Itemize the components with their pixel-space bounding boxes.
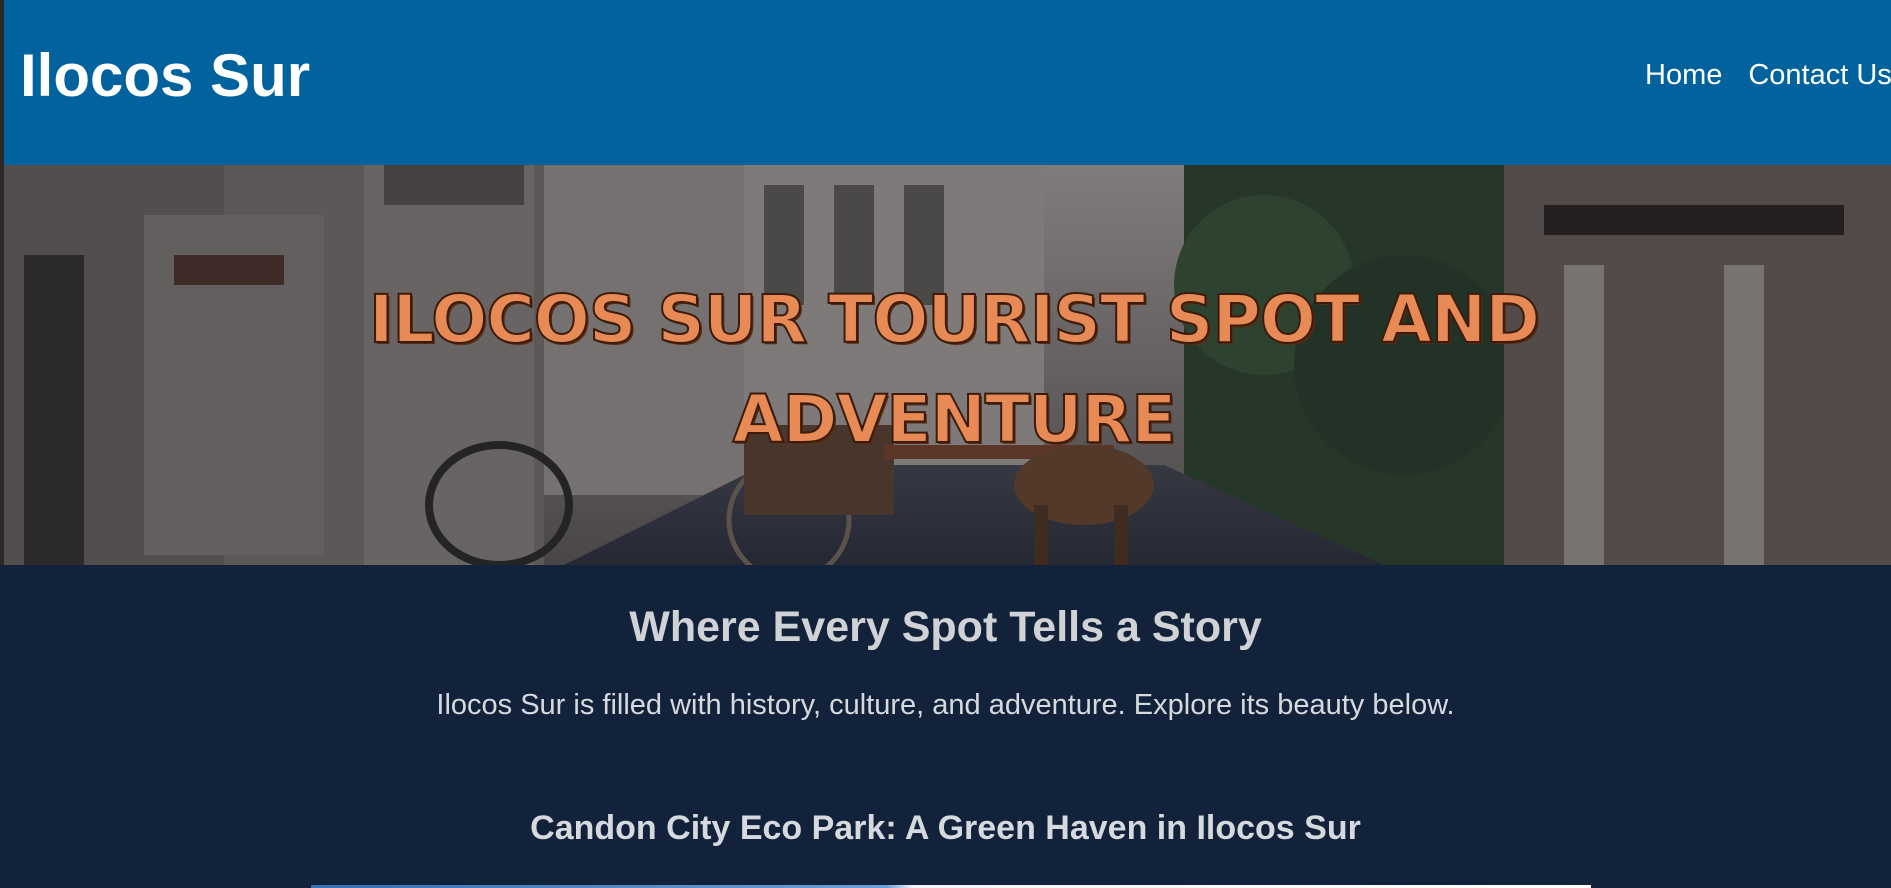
hero-banner: ILOCOS SUR TOURIST SPOT AND ADVENTURE: [4, 165, 1891, 565]
nav-link-contact-us[interactable]: Contact Us: [1748, 57, 1891, 93]
tagline-heading: Where Every Spot Tells a Story: [629, 603, 1262, 651]
intro-paragraph: Ilocos Sur is filled with history, cultu…: [436, 689, 1455, 721]
site-title[interactable]: Ilocos Sur: [20, 40, 310, 112]
nav-link-home[interactable]: Home: [1645, 57, 1722, 93]
main-nav: Home Contact Us: [1645, 57, 1891, 93]
page: Ilocos Sur Home Contact Us ILOCOS SUR TO…: [0, 0, 1891, 888]
spot-heading: Candon City Eco Park: A Green Haven in I…: [530, 809, 1361, 847]
main-content: Where Every Spot Tells a Story Ilocos Su…: [0, 565, 1891, 888]
window-edge: [0, 0, 4, 565]
site-header: Ilocos Sur Home Contact Us: [0, 0, 1891, 165]
hero-title: ILOCOS SUR TOURIST SPOT AND ADVENTURE: [368, 280, 1541, 459]
